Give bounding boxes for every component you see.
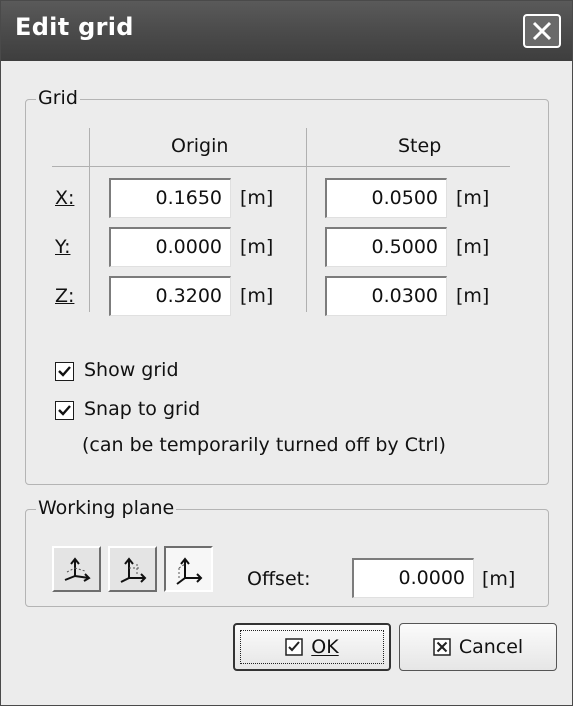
ok-button-label: OK	[311, 636, 339, 658]
snap-to-grid-checkbox[interactable]	[55, 401, 74, 420]
checkmark-icon	[58, 405, 71, 416]
offset-unit: [m]	[482, 568, 516, 590]
step-y-input[interactable]: 0.5000	[325, 227, 447, 267]
step-y-unit: [m]	[456, 236, 490, 258]
close-button[interactable]	[523, 14, 561, 48]
show-grid-label[interactable]: Show grid	[84, 359, 179, 381]
working-plane-group: Working plane Offset: 0.0000 [m]	[25, 497, 549, 607]
checkmark-icon	[58, 366, 71, 377]
snap-to-grid-note: (can be temporarily turned off by Ctrl)	[82, 434, 446, 456]
offset-label: Offset:	[247, 568, 311, 590]
axes-plane-xy-icon	[64, 557, 91, 582]
plane-xy-button[interactable]	[52, 546, 101, 592]
origin-column-header: Origin	[171, 135, 229, 157]
step-x-unit: [m]	[456, 187, 490, 209]
edit-grid-dialog: Edit grid Grid Origin Step X: 0.1650 [m]…	[0, 0, 573, 706]
grid-header-divider	[52, 166, 510, 167]
offset-input[interactable]: 0.0000	[352, 558, 474, 598]
axes-plane-xz-icon	[120, 557, 147, 583]
axis-y-label: Y:	[55, 236, 71, 258]
axis-x-label: X:	[55, 187, 75, 209]
snap-to-grid-label[interactable]: Snap to grid	[84, 398, 200, 420]
origin-x-input[interactable]: 0.1650	[109, 178, 231, 218]
working-plane-legend: Working plane	[36, 497, 177, 519]
plane-xz-button[interactable]	[108, 546, 157, 592]
origin-x-unit: [m]	[240, 187, 274, 209]
title-bar[interactable]: Edit grid	[1, 1, 572, 61]
axes-plane-yz-icon	[176, 557, 203, 585]
close-icon	[532, 21, 552, 41]
ok-button[interactable]: OK	[233, 623, 391, 671]
grid-group-legend: Grid	[36, 87, 80, 109]
checkbox-x-icon	[433, 638, 451, 656]
origin-z-input[interactable]: 0.3200	[109, 276, 231, 316]
grid-column-divider-step	[306, 128, 307, 312]
plane-yz-button[interactable]	[164, 546, 213, 592]
axis-z-label: Z:	[55, 285, 75, 307]
ok-button-content: OK	[235, 625, 389, 669]
grid-column-divider-axis	[89, 128, 90, 312]
cancel-button[interactable]: Cancel	[399, 623, 557, 671]
cancel-button-label: Cancel	[458, 636, 524, 658]
origin-y-input[interactable]: 0.0000	[109, 227, 231, 267]
show-grid-checkbox[interactable]	[55, 362, 74, 381]
step-z-unit: [m]	[456, 285, 490, 307]
dialog-title: Edit grid	[15, 13, 134, 41]
origin-y-unit: [m]	[240, 236, 274, 258]
cancel-button-content: Cancel	[400, 624, 556, 670]
grid-group: Grid Origin Step X: 0.1650 [m] 0.0500 [m…	[25, 87, 549, 485]
step-x-input[interactable]: 0.0500	[325, 178, 447, 218]
step-column-header: Step	[398, 135, 442, 157]
step-z-input[interactable]: 0.0300	[325, 276, 447, 316]
checkbox-checked-icon	[285, 638, 304, 656]
origin-z-unit: [m]	[240, 285, 274, 307]
